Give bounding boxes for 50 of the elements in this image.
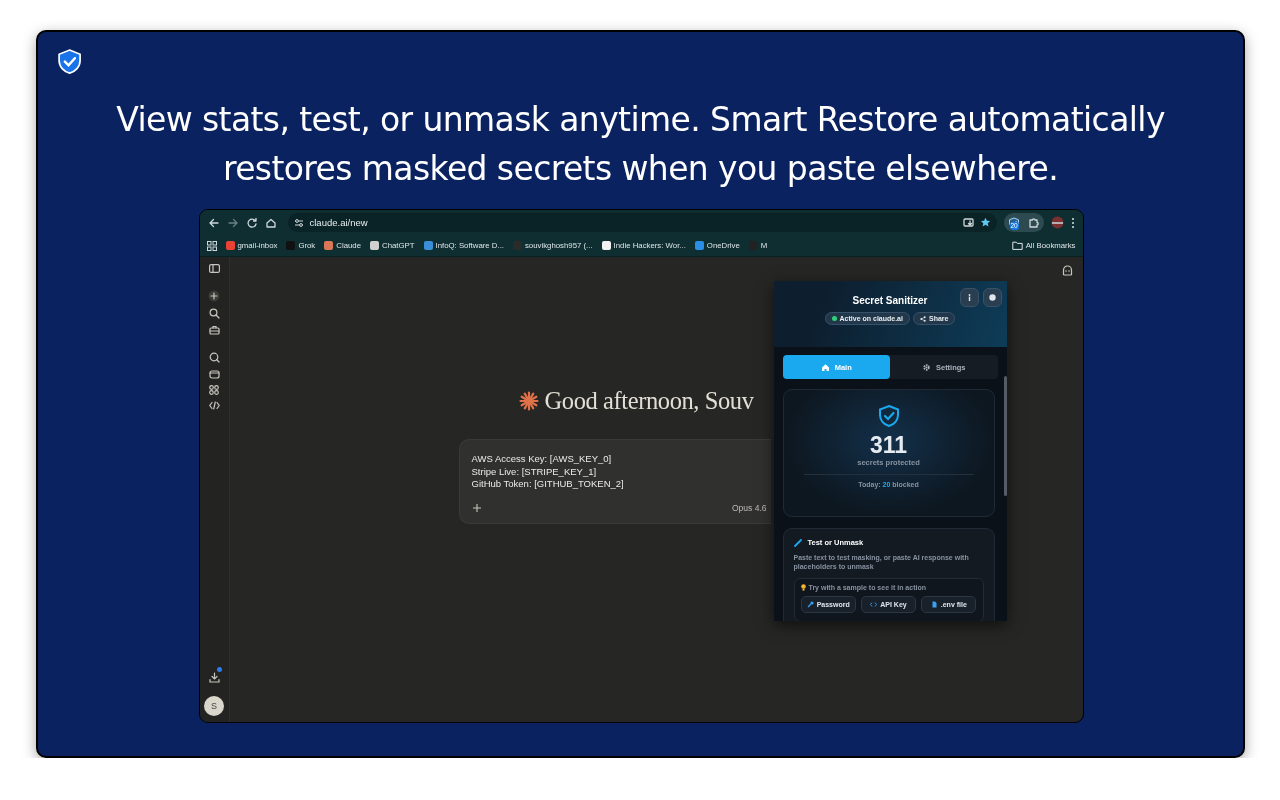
back-icon[interactable] [207,216,220,229]
reload-icon[interactable] [245,216,258,229]
greeting: Good afternoon, Souv [544,387,754,415]
menu-icon[interactable] [1070,216,1075,229]
prompt-text: Stripe Live: [STRIPE_KEY_1] [471,465,598,478]
folder-icon [1011,241,1023,250]
headline: View stats, test, or unmask anytime. Smart Restore automatically restores masked secrets when you paste elsewhere. [115,99,1166,190]
prompt-text: AWS Access Key: [AWS_KEY_0] [471,453,613,466]
dot-icon [988,294,996,301]
prompt-box[interactable]: AWS Access Key: [AWS_KEY_0] Stripe Live: [STRIPE_KEY_1] GitHub Token: [GITHUB_TOKEN_2] Opus 4.6 [458,439,771,524]
key-icon [806,601,814,608]
forward-icon[interactable] [226,216,239,229]
popup-title: Secret Sanitizer [852,295,928,306]
home-icon[interactable] [264,216,277,229]
profile-avatar-icon[interactable] [1050,216,1064,229]
shield-logo-icon [56,48,82,76]
new-chat-icon[interactable] [208,290,220,302]
shield-check-icon [876,404,901,428]
box-icon[interactable] [208,369,220,379]
apps-grid-icon[interactable] [206,240,217,251]
scrollbar[interactable] [1003,376,1007,496]
star-icon[interactable] [979,217,991,228]
puzzle-icon[interactable] [1028,217,1040,228]
share-icon [919,315,926,322]
install-icon[interactable] [962,217,974,228]
lightbulb-icon [800,584,806,591]
pencil-icon [793,538,802,547]
download-icon[interactable] [208,672,220,683]
search-icon[interactable] [208,308,220,319]
briefcase-icon[interactable] [208,325,220,335]
prompt-text: GitHub Token: [GITHUB_TOKEN_2] [471,478,625,491]
secret-count: 311 [869,432,908,458]
sidebar-toggle-icon[interactable] [208,264,220,273]
status-dot [831,316,837,321]
record-button[interactable] [982,288,1002,307]
code-icon [870,601,878,608]
user-avatar[interactable]: S [204,696,224,716]
code-icon[interactable] [208,401,220,410]
url-text: claude.ai/new [309,217,369,228]
ghost-icon[interactable] [1061,265,1073,276]
address-bar[interactable]: claude.ai/new [287,213,997,232]
info-icon [967,294,971,301]
notification-dot [216,667,222,672]
starburst-icon [518,391,539,411]
home-icon [820,362,830,372]
file-icon [930,601,938,608]
add-icon[interactable] [471,503,482,513]
grid-dots-icon[interactable] [209,385,219,395]
model-selector[interactable]: Opus 4.6 [732,503,767,513]
tune-icon[interactable] [293,217,304,228]
